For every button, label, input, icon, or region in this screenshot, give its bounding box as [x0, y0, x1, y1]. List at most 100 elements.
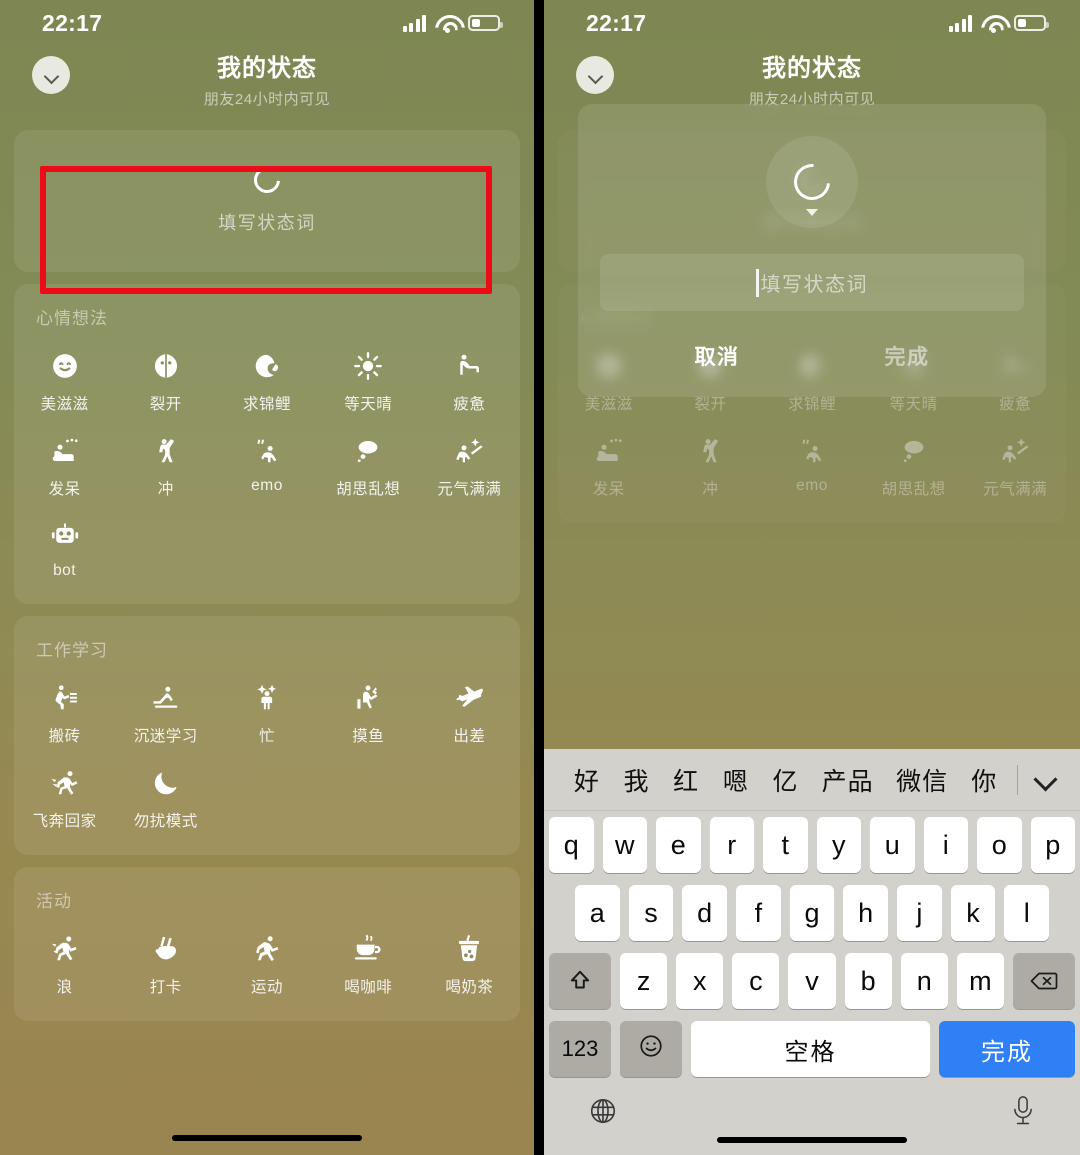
text-cursor: [756, 268, 759, 297]
status-item[interactable]: 美滋滋: [14, 335, 115, 420]
shift-key[interactable]: [549, 953, 611, 1009]
candidate-divider: [1017, 764, 1019, 795]
status-item-label: 发呆: [592, 481, 625, 498]
candidate-item[interactable]: 你: [959, 762, 1009, 798]
status-item[interactable]: 冲: [115, 420, 216, 505]
studying-icon: [151, 681, 181, 715]
nav-subtitle-text: 朋友24小时内可见: [203, 91, 331, 108]
status-word-composer[interactable]: 填写状态词: [24, 140, 510, 262]
status-ring-icon: [786, 156, 838, 208]
key-n[interactable]: n: [900, 953, 948, 1009]
status-item[interactable]: 胡思乱想: [318, 420, 419, 505]
key-p[interactable]: p: [1030, 817, 1075, 873]
status-item-label: 等天晴: [344, 396, 393, 413]
collapse-button[interactable]: [576, 56, 614, 94]
status-item[interactable]: 搬砖: [14, 667, 115, 752]
status-item[interactable]: 求锦鲤: [216, 335, 317, 420]
cheering-person-icon: [695, 434, 725, 468]
backspace-key[interactable]: [1012, 953, 1075, 1009]
keyboard-bottom-bar: [544, 1085, 1080, 1155]
bubble-tea-icon: [454, 932, 484, 966]
space-key[interactable]: 空格: [691, 1021, 930, 1077]
status-item[interactable]: 沉迷学习: [115, 667, 216, 752]
key-v[interactable]: v: [788, 953, 836, 1009]
keyboard-row-4: 123 空格 完成: [544, 1015, 1080, 1085]
key-a[interactable]: a: [574, 885, 620, 941]
status-item-empty: [419, 752, 520, 837]
numbers-key[interactable]: 123: [549, 1021, 611, 1077]
key-s[interactable]: s: [628, 885, 674, 941]
cancel-button[interactable]: 取消: [622, 341, 812, 371]
key-c[interactable]: c: [732, 953, 780, 1009]
mic-key[interactable]: [1010, 1094, 1036, 1133]
status-item[interactable]: 等天晴: [318, 335, 419, 420]
emo-person-icon: [797, 434, 827, 468]
key-t[interactable]: t: [763, 817, 808, 873]
status-item[interactable]: 喝咖啡: [318, 918, 419, 1003]
status-item[interactable]: 浪: [14, 918, 115, 1003]
status-item[interactable]: bot: [14, 505, 115, 586]
status-item-label: 浪: [56, 979, 73, 996]
status-item-label: 飞奔回家: [32, 813, 97, 830]
status-item[interactable]: 喝奶茶: [419, 918, 520, 1003]
thought-cloud-icon: [353, 434, 383, 468]
status-bar-time: 22:17: [586, 9, 647, 36]
key-w[interactable]: w: [602, 817, 647, 873]
key-m[interactable]: m: [956, 953, 1004, 1009]
status-sections-scroll[interactable]: 心情想法 美滋滋 裂开 求锦鲤 等天晴 疲惫 发呆 冲 emo 胡思乱想 元气满…: [0, 284, 534, 1021]
status-word-modal-layer: 填写状态词 取消 完成: [544, 104, 1080, 397]
expand-candidates-button[interactable]: [1022, 770, 1068, 790]
status-item[interactable]: emo: [216, 420, 317, 505]
status-item[interactable]: 摸鱼: [318, 667, 419, 752]
status-item[interactable]: 飞奔回家: [14, 752, 115, 837]
status-item[interactable]: 发呆: [14, 420, 115, 505]
globe-key[interactable]: [588, 1096, 618, 1131]
key-e[interactable]: e: [656, 817, 701, 873]
key-q[interactable]: q: [549, 817, 594, 873]
emoji-key[interactable]: [620, 1021, 682, 1077]
status-word-input[interactable]: 填写状态词: [600, 254, 1024, 311]
key-g[interactable]: g: [789, 885, 835, 941]
status-word-input-placeholder: 填写状态词: [760, 274, 868, 296]
key-l[interactable]: l: [1004, 885, 1050, 941]
key-r[interactable]: r: [709, 817, 754, 873]
candidate-item[interactable]: 产品: [810, 762, 885, 798]
key-f[interactable]: f: [736, 885, 781, 941]
status-item[interactable]: 元气满满: [419, 420, 520, 505]
coffee-cup-icon: [353, 932, 383, 966]
status-item[interactable]: 疲惫: [419, 335, 520, 420]
key-u[interactable]: u: [870, 817, 915, 873]
key-k[interactable]: k: [950, 885, 996, 941]
status-item-label: bot: [53, 562, 77, 579]
candidate-item[interactable]: 嗯: [711, 762, 761, 798]
candidate-item[interactable]: 好: [562, 762, 612, 798]
modal-status-avatar[interactable]: [766, 136, 858, 228]
status-item[interactable]: 裂开: [115, 335, 216, 420]
key-o[interactable]: o: [977, 817, 1022, 873]
status-item[interactable]: 打卡: [115, 918, 216, 1003]
daydreaming-icon: [50, 434, 80, 468]
candidate-item[interactable]: 亿: [761, 762, 811, 798]
key-h[interactable]: h: [843, 885, 889, 941]
status-item[interactable]: 忙: [216, 667, 317, 752]
key-x[interactable]: x: [676, 953, 724, 1009]
key-y[interactable]: y: [816, 817, 861, 873]
status-item[interactable]: 勿扰模式: [115, 752, 216, 837]
status-item-label: 喝咖啡: [344, 979, 393, 996]
right-phone-screen: 22:17 我的状态 朋友24小时内可见 填写状态词 心情想法 美滋滋 裂开 求…: [544, 0, 1080, 1155]
keyboard-done-key[interactable]: 完成: [939, 1021, 1075, 1077]
key-z[interactable]: z: [620, 953, 668, 1009]
key-j[interactable]: j: [897, 885, 942, 941]
key-i[interactable]: i: [923, 817, 968, 873]
key-d[interactable]: d: [682, 885, 727, 941]
candidate-item[interactable]: 我: [612, 762, 662, 798]
status-item[interactable]: 出差: [419, 667, 520, 752]
candidate-item[interactable]: 微信: [885, 762, 960, 798]
status-item-label: 疲惫: [453, 396, 486, 413]
candidate-item[interactable]: 红: [661, 762, 711, 798]
status-item[interactable]: 运动: [216, 918, 317, 1003]
collapse-button[interactable]: [32, 56, 70, 94]
done-button[interactable]: 完成: [812, 341, 1002, 371]
key-b[interactable]: b: [844, 953, 892, 1009]
status-item-label: 冲: [702, 481, 719, 498]
